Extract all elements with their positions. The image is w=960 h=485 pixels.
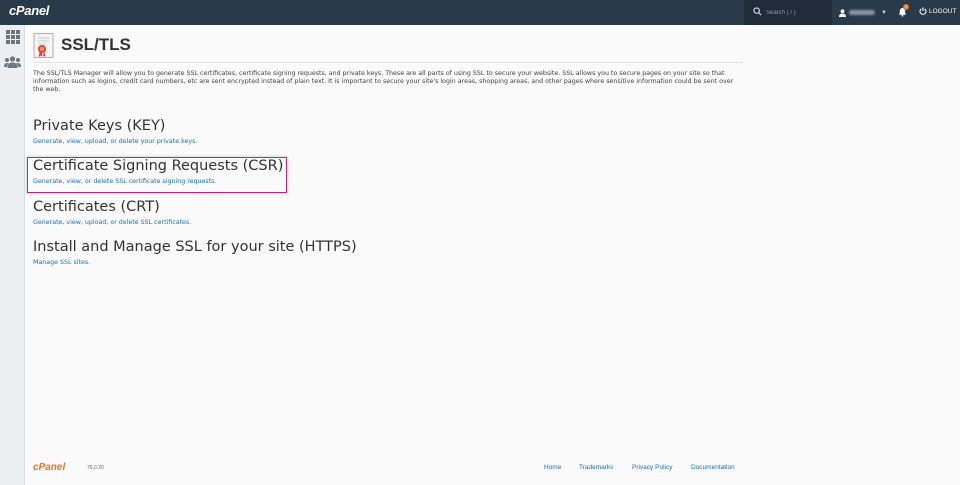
section-title: Private Keys (KEY) xyxy=(33,118,166,134)
section-title: Certificates (CRT) xyxy=(33,199,160,215)
section-manage-ssl: Install and Manage SSL for your site (HT… xyxy=(33,239,357,266)
grid-icon[interactable] xyxy=(6,30,20,44)
manage-ssl-link[interactable]: Manage SSL sites. xyxy=(33,259,357,266)
cpanel-logo[interactable]: cPanel xyxy=(9,3,49,18)
page-title: SSL/TLS xyxy=(61,35,131,54)
logout-icon xyxy=(919,7,927,15)
users-icon[interactable] xyxy=(4,55,21,69)
certificates-link[interactable]: Generate, view, upload, or delete SSL ce… xyxy=(33,219,191,226)
user-menu[interactable]: ▼ xyxy=(838,0,888,25)
footer-cpanel-logo[interactable]: cPanel xyxy=(33,462,65,473)
footer-link-trademarks[interactable]: Trademarks xyxy=(579,464,613,471)
notification-badge: 2 xyxy=(903,4,909,10)
footer-link-documentation[interactable]: Documentation xyxy=(691,464,735,471)
page-header: SSL/TLS xyxy=(33,32,131,58)
private-keys-link[interactable]: Generate, view, upload, or delete your p… xyxy=(33,138,197,145)
search-icon xyxy=(753,7,762,16)
certificate-icon xyxy=(33,32,54,58)
logout-button[interactable]: LOGOUT xyxy=(919,7,956,15)
top-bar: cPanel ▼ 2 LOGOUT xyxy=(0,0,960,25)
user-icon xyxy=(839,8,846,17)
footer-link-home[interactable]: Home xyxy=(544,464,561,471)
page-description: The SSL/TLS Manager will allow you to ge… xyxy=(33,70,734,93)
footer-link-privacy-policy[interactable]: Privacy Policy xyxy=(632,464,672,471)
highlight-box xyxy=(27,157,287,193)
chevron-down-icon: ▼ xyxy=(881,9,887,16)
divider xyxy=(33,62,743,63)
section-title: Install and Manage SSL for your site (HT… xyxy=(33,239,357,255)
section-certificates: Certificates (CRT) Generate, view, uploa… xyxy=(33,199,191,226)
search-input[interactable] xyxy=(766,5,828,20)
footer-version: 76.0.20 xyxy=(87,465,104,471)
search-area[interactable] xyxy=(744,0,832,25)
left-rail xyxy=(0,25,25,485)
section-private-keys: Private Keys (KEY) Generate, view, uploa… xyxy=(33,118,197,145)
logout-label: LOGOUT xyxy=(929,7,957,15)
username-blurred xyxy=(849,10,875,15)
